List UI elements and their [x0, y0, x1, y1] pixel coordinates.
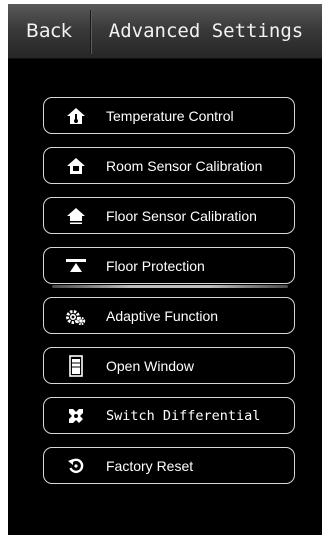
- app-screen: Back Advanced Settings Temperature Contr…: [8, 4, 322, 535]
- temperature-control-button[interactable]: Temperature Control: [43, 97, 295, 134]
- window-icon: [65, 355, 87, 377]
- factory-reset-button[interactable]: Factory Reset: [43, 447, 295, 484]
- home-sensor-icon: [65, 155, 87, 177]
- adaptive-function-button[interactable]: Adaptive Function: [43, 297, 295, 334]
- menu-item-label: Temperature Control: [106, 108, 234, 124]
- back-button[interactable]: Back: [8, 4, 90, 58]
- reset-icon: [65, 455, 87, 477]
- floor-protection-button[interactable]: Floor Protection: [43, 247, 295, 288]
- open-window-button[interactable]: Open Window: [43, 347, 295, 384]
- page-title: Advanced Settings: [108, 20, 304, 42]
- floor-protection-icon: [65, 255, 87, 277]
- floor-sensor-calibration-button[interactable]: Floor Sensor Calibration: [43, 197, 295, 234]
- gears-icon: [65, 305, 87, 327]
- switch-differential-button[interactable]: Switch Differential: [43, 397, 295, 434]
- menu-item-label: Open Window: [106, 358, 194, 374]
- home-floor-icon: [65, 205, 87, 227]
- title-bar: Back Advanced Settings: [8, 4, 322, 59]
- menu-item-label: Factory Reset: [106, 458, 194, 474]
- menu-item-label: Adaptive Function: [106, 308, 219, 324]
- menu-item-label: Room Sensor Calibration: [106, 158, 263, 174]
- home-thermometer-icon: [65, 105, 87, 127]
- header-divider: [90, 10, 91, 54]
- menu-item-label: Switch Differential: [106, 408, 261, 424]
- room-sensor-calibration-button[interactable]: Room Sensor Calibration: [43, 147, 295, 184]
- tools-icon: [65, 405, 87, 427]
- menu-item-label: Floor Protection: [106, 258, 205, 274]
- menu-item-label: Floor Sensor Calibration: [106, 208, 257, 224]
